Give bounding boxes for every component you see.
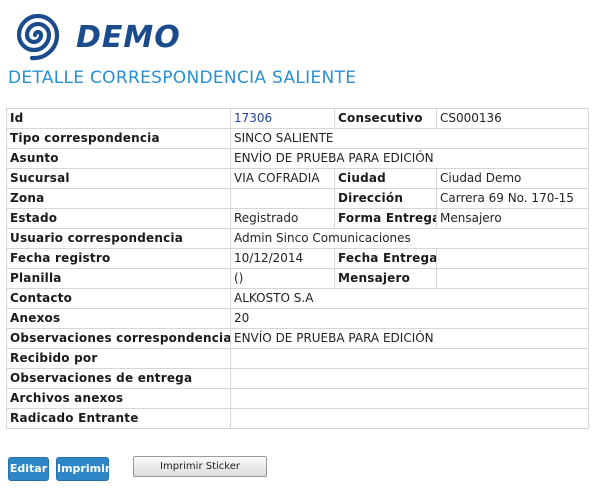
table-row: Tipo correspondencia SINCO SALIENTE	[6, 128, 589, 149]
radicado-value	[230, 408, 589, 429]
imprimir-sticker-button[interactable]: Imprimir Sticker	[133, 456, 267, 477]
contacto-value: ALKOSTO S.A	[230, 288, 589, 309]
field-label: Archivos anexos	[6, 388, 231, 409]
tipo-value: SINCO SALIENTE	[230, 128, 589, 149]
field-label: Radicado Entrante	[6, 408, 231, 429]
table-row: Radicado Entrante	[6, 408, 589, 429]
field-label: Consecutivo	[334, 108, 437, 129]
field-label: Observaciones de entrega	[6, 368, 231, 389]
logo-text: DEMO	[76, 20, 181, 55]
table-row: Id 17306 Consecutivo CS000136	[6, 108, 589, 129]
field-label: Estado	[6, 208, 231, 229]
table-row: Zona Dirección Carrera 69 No. 170-15	[6, 188, 589, 209]
table-row: Planilla () Mensajero	[6, 268, 589, 289]
forma-entrega-value: Mensajero	[436, 208, 589, 229]
page-title: DETALLE CORRESPONDENCIA SALIENTE	[8, 68, 357, 88]
table-row: Usuario correspondencia Admin Sinco Comu…	[6, 228, 589, 249]
table-row: Archivos anexos	[6, 388, 589, 409]
brand-logo: DEMO	[9, 7, 209, 63]
field-label: Contacto	[6, 288, 231, 309]
editar-button[interactable]: Editar	[8, 457, 49, 481]
zona-value	[230, 188, 335, 209]
table-row: Contacto ALKOSTO S.A	[6, 288, 589, 309]
usuario-value: Admin Sinco Comunicaciones	[230, 228, 589, 249]
table-row: Observaciones de entrega	[6, 368, 589, 389]
detail-table: Id 17306 Consecutivo CS000136 Tipo corre…	[6, 108, 589, 429]
field-label: Tipo correspondencia	[6, 128, 231, 149]
obs-entrega-value	[230, 368, 589, 389]
table-row: Anexos 20	[6, 308, 589, 329]
field-label: Recibido por	[6, 348, 231, 369]
table-row: Recibido por	[6, 348, 589, 369]
spiral-logo-icon	[16, 13, 60, 61]
fecha-registro-value: 10/12/2014	[230, 248, 335, 269]
ciudad-value: Ciudad Demo	[436, 168, 589, 189]
table-row: Estado Registrado Forma Entrega Mensajer…	[6, 208, 589, 229]
mensajero-value	[436, 268, 589, 289]
fecha-entrega-value	[436, 248, 589, 269]
field-label: Zona	[6, 188, 231, 209]
id-value: 17306	[230, 108, 335, 129]
field-label: Fecha registro	[6, 248, 231, 269]
recibido-value	[230, 348, 589, 369]
table-row: Sucursal VIA COFRADIA Ciudad Ciudad Demo	[6, 168, 589, 189]
field-label: Sucursal	[6, 168, 231, 189]
estado-value: Registrado	[230, 208, 335, 229]
table-row: Asunto ENVÍO DE PRUEBA PARA EDICIÓN	[6, 148, 589, 169]
planilla-value: ()	[230, 268, 335, 289]
archivos-value	[230, 388, 589, 409]
consecutivo-value: CS000136	[436, 108, 589, 129]
direccion-value: Carrera 69 No. 170-15	[436, 188, 589, 209]
asunto-value: ENVÍO DE PRUEBA PARA EDICIÓN	[230, 148, 589, 169]
field-label: Id	[6, 108, 231, 129]
sucursal-value: VIA COFRADIA	[230, 168, 335, 189]
field-label: Dirección	[334, 188, 437, 209]
field-label: Forma Entrega	[334, 208, 437, 229]
field-label: Ciudad	[334, 168, 437, 189]
field-label: Observaciones correspondencia	[6, 328, 231, 349]
field-label: Usuario correspondencia	[6, 228, 231, 249]
field-label: Anexos	[6, 308, 231, 329]
table-row: Observaciones correspondencia ENVÍO DE P…	[6, 328, 589, 349]
field-label: Planilla	[6, 268, 231, 289]
field-label: Asunto	[6, 148, 231, 169]
field-label: Mensajero	[334, 268, 437, 289]
anexos-value: 20	[230, 308, 589, 329]
imprimir-button[interactable]: Imprimir	[56, 457, 110, 481]
table-row: Fecha registro 10/12/2014 Fecha Entrega	[6, 248, 589, 269]
field-label: Fecha Entrega	[334, 248, 437, 269]
observaciones-value: ENVÍO DE PRUEBA PARA EDICIÓN	[230, 328, 589, 349]
